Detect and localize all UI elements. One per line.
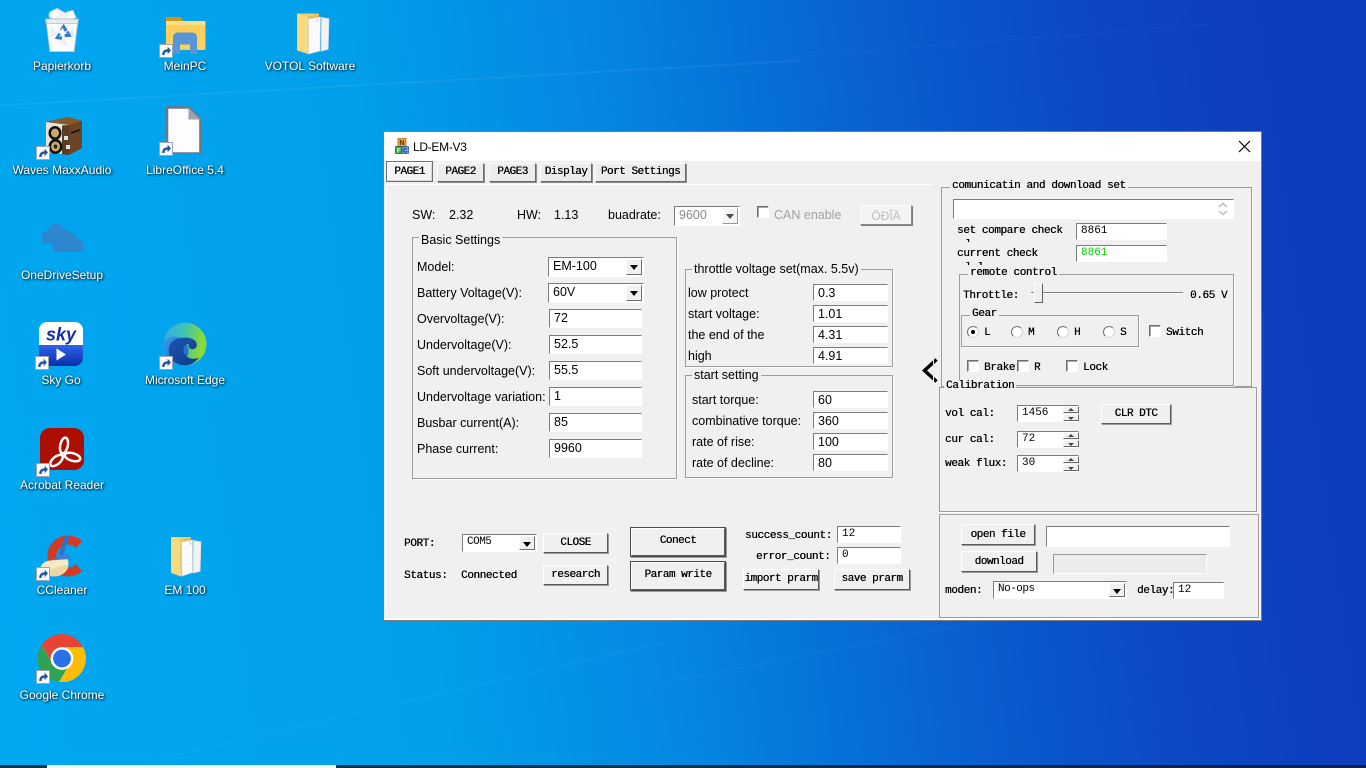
svg-text:sky: sky	[46, 325, 77, 345]
svg-text:N: N	[399, 140, 404, 147]
svg-text:F: F	[397, 149, 401, 155]
svg-text:C: C	[403, 149, 408, 155]
